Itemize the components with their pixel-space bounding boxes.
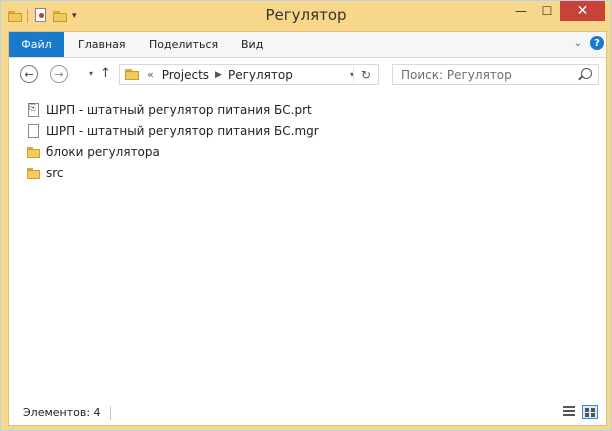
- recent-locations-chevron-icon[interactable]: ▾: [89, 69, 93, 78]
- list-item[interactable]: ШРП - штатный регулятор питания БС.prt: [26, 99, 319, 120]
- file-name: ШРП - штатный регулятор питания БС.prt: [46, 102, 312, 117]
- list-item[interactable]: src: [26, 162, 319, 183]
- file-icon: [28, 123, 39, 138]
- tab-share[interactable]: Поделиться: [149, 32, 218, 57]
- folder-icon: [27, 146, 40, 158]
- status-bar: Элементов: 4: [9, 401, 606, 425]
- maximize-button[interactable]: ☐: [534, 1, 560, 21]
- list-item[interactable]: блоки регулятора: [26, 141, 319, 162]
- back-button[interactable]: ←: [20, 65, 38, 83]
- forward-button[interactable]: →: [50, 65, 68, 83]
- tab-file[interactable]: Файл: [9, 32, 64, 57]
- file-name: блоки регулятора: [46, 144, 160, 159]
- up-button[interactable]: ↑: [100, 66, 111, 81]
- file-name: src: [46, 165, 64, 180]
- search-icon[interactable]: [581, 68, 592, 79]
- explorer-window: ▾ Регулятор — ☐ ✕ Файл Главная Поделитьс…: [0, 0, 612, 431]
- ribbon-tabs: Файл Главная Поделиться Вид ⌄ ?: [9, 32, 606, 58]
- item-count: Элементов: 4: [23, 406, 101, 419]
- forward-arrow-icon: →: [54, 67, 64, 81]
- file-name: ШРП - штатный регулятор питания БС.mgr: [46, 123, 319, 138]
- large-icons-view-button[interactable]: [582, 405, 598, 419]
- address-folder-icon: [125, 69, 139, 80]
- prt-file-icon: [28, 102, 39, 117]
- breadcrumb-projects[interactable]: Projects: [162, 68, 209, 82]
- tab-view[interactable]: Вид: [241, 32, 263, 57]
- title-bar: ▾ Регулятор — ☐ ✕: [1, 1, 611, 31]
- explorer-content: Файл Главная Поделиться Вид ⌄ ? ← → ▾ ↑ …: [8, 31, 607, 426]
- details-view-button[interactable]: [561, 405, 577, 419]
- navigation-bar: ← → ▾ ↑ « Projects ▶ Регулятор ▾ ↻: [9, 58, 606, 92]
- list-item[interactable]: ШРП - штатный регулятор питания БС.mgr: [26, 120, 319, 141]
- file-list: ШРП - штатный регулятор питания БС.prt Ш…: [26, 99, 319, 183]
- breadcrumb-overflow[interactable]: «: [147, 68, 154, 81]
- breadcrumb-current[interactable]: Регулятор: [228, 68, 293, 82]
- close-button[interactable]: ✕: [560, 1, 605, 21]
- details-view-icon: [563, 406, 575, 408]
- expand-ribbon-chevron-icon[interactable]: ⌄: [574, 38, 582, 49]
- back-arrow-icon: ←: [24, 67, 34, 81]
- minimize-button[interactable]: —: [508, 1, 534, 21]
- large-icons-view-icon: [585, 408, 589, 412]
- folder-icon: [27, 167, 40, 179]
- window-controls: — ☐ ✕: [508, 1, 605, 21]
- breadcrumb-separator-icon[interactable]: ▶: [215, 70, 222, 80]
- refresh-icon[interactable]: ↻: [353, 67, 374, 83]
- search-box[interactable]: [392, 64, 599, 85]
- address-bar[interactable]: « Projects ▶ Регулятор ▾ ↻: [119, 64, 379, 85]
- help-icon[interactable]: ?: [590, 36, 604, 50]
- tab-home[interactable]: Главная: [78, 32, 126, 57]
- search-input[interactable]: [399, 66, 578, 83]
